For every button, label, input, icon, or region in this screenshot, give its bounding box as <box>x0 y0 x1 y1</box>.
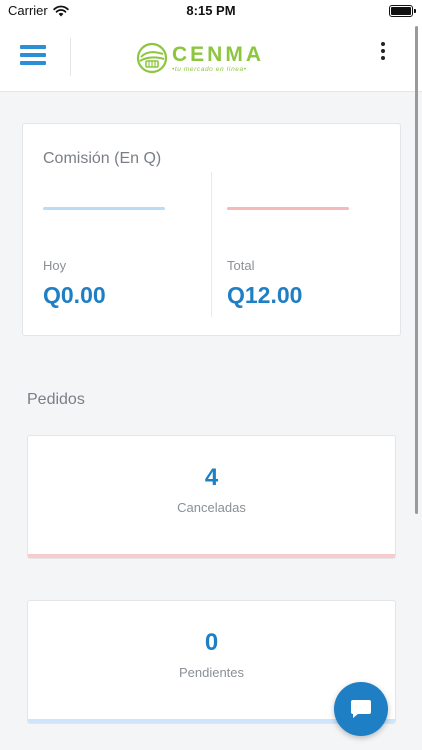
more-vertical-icon[interactable] <box>379 42 387 62</box>
cenma-logo[interactable]: CENMA •tu mercado en línea• <box>136 38 268 78</box>
commission-title: Comisión (En Q) <box>43 150 162 167</box>
logo-text: CENMA •tu mercado en línea• <box>172 42 264 73</box>
hamburger-bar <box>20 53 46 57</box>
chat-bubble-icon <box>351 700 371 718</box>
logo-mark-icon <box>136 42 168 74</box>
today-indicator-line <box>43 207 165 210</box>
kebab-dot <box>381 42 385 46</box>
battery-icon <box>389 5 416 17</box>
cancelled-accent-bar <box>28 554 395 558</box>
clock: 8:15 PM <box>186 3 236 18</box>
commission-column-divider <box>211 172 212 317</box>
kebab-dot <box>381 56 385 60</box>
dashboard-screen: Carrier 8:15 PM CENMA •tu mercado en lín… <box>0 0 422 750</box>
pending-count: 0 <box>204 629 219 656</box>
total-indicator-line <box>227 207 349 210</box>
status-bar: Carrier 8:15 PM <box>0 0 422 24</box>
app-header: CENMA •tu mercado en línea• <box>0 24 422 92</box>
logo-tagline: •tu mercado en línea• <box>172 65 247 73</box>
chat-button[interactable] <box>334 682 388 736</box>
today-label: Hoy <box>43 258 67 273</box>
total-label: Total <box>227 258 255 273</box>
today-value: Q0.00 <box>43 282 106 308</box>
cancelled-count: 4 <box>204 464 219 491</box>
hamburger-bar <box>20 61 46 65</box>
hamburger-bar <box>20 45 46 49</box>
total-value: Q12.00 <box>227 282 303 308</box>
header-divider <box>70 38 71 76</box>
hamburger-menu-icon[interactable] <box>20 45 46 66</box>
pending-label: Pendientes <box>178 665 245 680</box>
cancelled-label: Canceladas <box>177 500 246 515</box>
orders-section-title: Pedidos <box>27 391 85 408</box>
kebab-dot <box>381 49 385 53</box>
commission-card: Comisión (En Q) Hoy Q0.00 Total Q12.00 <box>22 123 401 336</box>
battery-level <box>391 7 411 15</box>
cancelled-orders-card[interactable]: 4 Canceladas <box>27 435 396 559</box>
scrollbar[interactable] <box>415 26 418 514</box>
logo-name: CENMA <box>172 42 264 66</box>
